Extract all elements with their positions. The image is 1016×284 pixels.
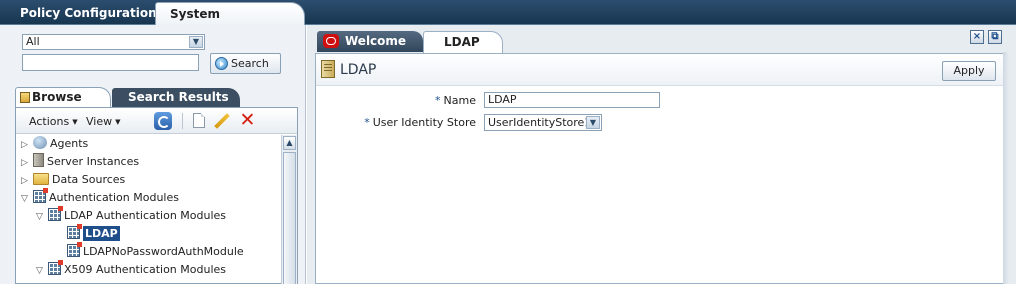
required-marker: * [364, 116, 370, 129]
user-identity-store-select[interactable]: UserIdentityStore1 ▼ [484, 114, 602, 131]
editor-header: LDAP Apply [316, 54, 1007, 86]
tree-node-data-sources[interactable]: ▷ Data Sources [21, 171, 125, 189]
tree-node-ldap-no-password[interactable]: LDAPNoPasswordAuthModule [67, 242, 244, 261]
tab-welcome[interactable]: Welcome [317, 31, 423, 52]
scroll-up-icon[interactable]: ▲ [283, 136, 296, 150]
user-identity-store-label-text: User Identity Store [372, 116, 476, 129]
navigation-tree: ▷ Agents ▷ Server Instances ▷ Data Sources … [16, 135, 281, 284]
expand-icon[interactable]: ▷ [21, 154, 33, 172]
tree-node-label: LDAP Authentication Modules [64, 209, 227, 222]
refresh-icon[interactable] [154, 112, 172, 130]
content-panel: Welcome LDAP × ⧉ LDAP Apply * Name LDAP *… [307, 25, 1016, 284]
tab-browse[interactable]: Browse [15, 87, 111, 107]
module-grid-icon [67, 224, 82, 239]
ldap-editor: LDAP Apply * Name LDAP * User Identity Sto… [315, 53, 1008, 284]
caret-down-icon: ▼ [72, 118, 78, 126]
go-icon [215, 57, 228, 70]
tab-browse-label: Browse [32, 90, 82, 104]
oracle-logo-icon [323, 34, 339, 48]
required-marker: * [435, 94, 441, 107]
tab-ldap[interactable]: LDAP [423, 31, 503, 53]
collapse-icon[interactable]: ▽ [21, 190, 33, 208]
search-button-label: Search [231, 57, 269, 70]
name-label: * Name [316, 94, 476, 107]
server-icon [33, 153, 44, 167]
scope-select[interactable]: All ▼ [22, 34, 205, 50]
user-identity-store-label: * User Identity Store [316, 116, 476, 129]
tree-scrollbar[interactable]: ▲ [281, 135, 297, 284]
scrollbar-thumb[interactable] [283, 152, 296, 284]
module-grid-icon [48, 206, 63, 221]
tree-node-label: LDAP [83, 226, 120, 241]
module-grid-icon [67, 242, 82, 257]
close-all-tabs-icon[interactable]: ⧉ [988, 30, 1002, 44]
panel-edge-shadow [1003, 52, 1009, 284]
tree-node-server-instances[interactable]: ▷ Server Instances [21, 153, 139, 171]
scope-select-value: All [26, 35, 40, 48]
tab-policy-configuration[interactable]: Policy Configuration [6, 2, 171, 25]
edit-pencil-icon[interactable] [213, 113, 231, 129]
name-label-text: Name [443, 94, 476, 107]
tree-node-label: Data Sources [52, 173, 126, 186]
toolbar-divider [182, 113, 183, 129]
browse-tree-panel: Actions ▼ View ▼ ✕ ▷ Agents ▷ Server Instanc… [15, 107, 298, 284]
tree-node-label: X509 Authentication Modules [64, 263, 227, 276]
new-document-icon[interactable] [193, 113, 205, 128]
module-grid-icon [48, 260, 63, 275]
tree-node-label: Agents [50, 137, 89, 150]
navigator-panel: All ▼ Search Browse Search Results Actio… [0, 25, 306, 284]
tab-search-results[interactable]: Search Results [112, 88, 240, 107]
tree-node-label: LDAPNoPasswordAuthModule [83, 245, 244, 258]
actions-menu[interactable]: Actions ▼ [29, 115, 78, 128]
browse-icon [20, 92, 30, 103]
view-menu[interactable]: View ▼ [86, 115, 121, 128]
name-field[interactable]: LDAP [484, 92, 660, 108]
folder-icon [33, 173, 49, 185]
agent-icon [33, 136, 47, 149]
apply-button[interactable]: Apply [942, 61, 996, 81]
tree-node-ldap-authentication-modules[interactable]: ▽ LDAP Authentication Modules [36, 206, 227, 226]
caret-down-icon: ▼ [115, 118, 121, 126]
tree-node-label: Authentication Modules [49, 191, 179, 204]
module-grid-icon [33, 188, 48, 203]
actions-menu-label: Actions [29, 115, 70, 128]
tree-node-ldap[interactable]: LDAP [67, 224, 120, 243]
expand-icon[interactable]: ▷ [21, 136, 33, 154]
collapse-icon[interactable]: ▽ [36, 208, 48, 226]
document-icon [321, 60, 335, 78]
tree-node-x509-authentication-modules[interactable]: ▽ X509 Authentication Modules [36, 260, 227, 280]
search-input[interactable] [22, 54, 199, 71]
chevron-down-icon[interactable]: ▼ [189, 36, 203, 48]
tab-system-configuration[interactable]: System Configuration [155, 2, 305, 44]
view-menu-label: View [86, 115, 113, 128]
tree-node-agents[interactable]: ▷ Agents [21, 135, 88, 153]
close-tab-icon[interactable]: × [970, 30, 984, 44]
tree-node-authentication-modules[interactable]: ▽ Authentication Modules [21, 188, 179, 208]
tab-welcome-label: Welcome [345, 34, 407, 48]
page-title: LDAP [340, 62, 377, 78]
chevron-down-icon[interactable]: ▼ [586, 116, 600, 129]
delete-icon[interactable]: ✕ [238, 111, 257, 130]
collapse-icon[interactable]: ▽ [36, 262, 48, 280]
search-button[interactable]: Search [210, 53, 281, 74]
user-identity-store-value: UserIdentityStore1 [488, 116, 592, 129]
top-tab-bar: Policy Configuration System Configuratio… [0, 0, 1016, 44]
tree-node-label: Server Instances [47, 155, 140, 168]
tree-toolbar: Actions ▼ View ▼ ✕ [16, 108, 297, 134]
expand-icon[interactable]: ▷ [21, 172, 33, 190]
